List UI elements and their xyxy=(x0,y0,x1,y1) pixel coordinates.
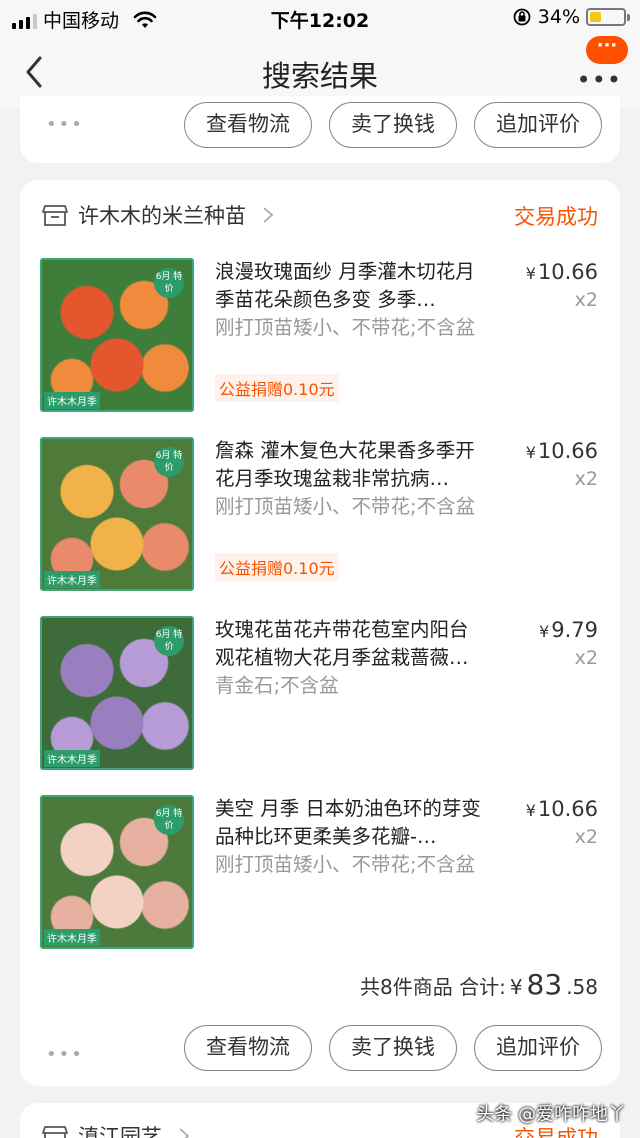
shop-header[interactable]: 许木木的米兰种苗 xyxy=(42,200,274,230)
product-image[interactable]: 6月 特价 许木木月季 xyxy=(40,795,194,949)
currency-symbol: ¥ xyxy=(525,264,536,283)
order-card: 许木木的米兰种苗 交易成功 6月 特价 许木木月季 浪漫玫瑰面纱 月季灌木切花月… xyxy=(20,180,620,1086)
chevron-right-icon xyxy=(263,207,274,223)
resell-button[interactable]: 卖了换钱 xyxy=(329,102,457,148)
order-item[interactable]: 6月 特价 许木木月季 玫瑰花苗花卉带花苞室内阳台观花植物大花月季盆栽蔷薇… 青… xyxy=(20,616,620,786)
total-currency: ¥ xyxy=(509,975,523,999)
price-value: 9.79 xyxy=(551,618,598,642)
shop-name: 许木木的米兰种苗 xyxy=(78,204,246,228)
currency-symbol: ¥ xyxy=(525,443,536,462)
product-quantity: x2 xyxy=(574,468,598,490)
battery-icon xyxy=(586,8,630,26)
status-bar: 中国移动 下午12:02 34% xyxy=(0,0,640,36)
product-price: ¥10.66 xyxy=(526,260,598,284)
product-title[interactable]: 浪漫玫瑰面纱 月季灌木切花月季苗花朵颜色多变 多季… xyxy=(215,258,487,314)
check-logistics-button[interactable]: 查看物流 xyxy=(184,102,312,148)
product-title[interactable]: 玫瑰花苗花卉带花苞室内阳台观花植物大花月季盆栽蔷薇… xyxy=(215,616,487,672)
currency-symbol: ¥ xyxy=(525,801,536,820)
product-price: ¥9.79 xyxy=(539,618,598,642)
product-image[interactable]: 6月 特价 许木木月季 xyxy=(40,258,194,412)
orientation-lock-icon xyxy=(513,8,531,26)
product-quantity: x2 xyxy=(574,826,598,848)
summary-label: 共8件商品 合计: xyxy=(359,975,506,999)
more-actions-icon[interactable]: ••• xyxy=(46,1044,84,1065)
add-review-button[interactable]: 追加评价 xyxy=(474,1025,602,1071)
product-sku: 刚打顶苗矮小、不带花;不含盆 xyxy=(215,853,476,876)
order-item[interactable]: 6月 特价 许木木月季 詹森 灌木复色大花果香多季开花月季玫瑰盆栽非常抗病… 刚… xyxy=(20,437,620,607)
promo-tag-icon: 6月 特价 xyxy=(154,805,184,835)
promo-tag-icon: 6月 特价 xyxy=(154,268,184,298)
image-watermark: 许木木月季 xyxy=(44,571,100,588)
promo-tag-icon: 6月 特价 xyxy=(154,447,184,477)
price-value: 10.66 xyxy=(537,260,598,284)
order-item[interactable]: 6月 特价 许木木月季 美空 月季 日本奶油色环的芽变品种比环更柔美多花瓣-… … xyxy=(20,795,620,965)
more-actions-icon[interactable]: ••• xyxy=(46,114,84,135)
currency-symbol: ¥ xyxy=(539,622,550,641)
product-sku: 刚打顶苗矮小、不带花;不含盆 xyxy=(215,495,476,518)
product-price: ¥10.66 xyxy=(526,797,598,821)
product-image[interactable]: 6月 特价 许木木月季 xyxy=(40,616,194,770)
add-review-button[interactable]: 追加评价 xyxy=(474,102,602,148)
more-menu-button[interactable]: ··· ••• xyxy=(577,36,628,98)
product-title[interactable]: 美空 月季 日本奶油色环的芽变品种比环更柔美多花瓣-… xyxy=(215,795,487,851)
product-title[interactable]: 詹森 灌木复色大花果香多季开花月季玫瑰盆栽非常抗病… xyxy=(215,437,487,493)
watermark-text: 头条 @爱咋咋地丫 xyxy=(476,1104,626,1125)
promo-tag-icon: 6月 特价 xyxy=(154,626,184,656)
total-decimal: .58 xyxy=(566,975,598,999)
image-watermark: 许木木月季 xyxy=(44,929,100,946)
product-sku: 刚打顶苗矮小、不带花;不含盆 xyxy=(215,316,476,339)
shop-name: 滇江园艺 xyxy=(78,1125,162,1138)
shop-icon xyxy=(42,1126,68,1138)
status-right: 34% xyxy=(512,6,630,28)
shop-icon xyxy=(42,205,68,226)
order-status: 交易成功 xyxy=(514,205,598,229)
product-quantity: x2 xyxy=(574,289,598,311)
shop-header[interactable]: 滇江园艺 xyxy=(42,1121,190,1138)
total-integer: 83 xyxy=(526,968,563,1001)
image-watermark: 许木木月季 xyxy=(44,750,100,767)
price-value: 10.66 xyxy=(537,797,598,821)
more-dots-icon: ••• xyxy=(576,66,622,94)
product-image[interactable]: 6月 特价 许木木月季 xyxy=(40,437,194,591)
image-watermark: 许木木月季 xyxy=(44,392,100,409)
message-badge: ··· xyxy=(586,36,628,64)
check-logistics-button[interactable]: 查看物流 xyxy=(184,1025,312,1071)
charity-badge: 公益捐赠0.10元 xyxy=(215,374,339,402)
price-value: 10.66 xyxy=(537,439,598,463)
order-summary: 共8件商品 合计: ¥ 83.58 xyxy=(360,968,598,1001)
battery-fill xyxy=(590,12,601,22)
order-item[interactable]: 6月 特价 许木木月季 浪漫玫瑰面纱 月季灌木切花月季苗花朵颜色多变 多季… 刚… xyxy=(20,258,620,428)
chevron-right-icon xyxy=(179,1128,190,1138)
resell-button[interactable]: 卖了换钱 xyxy=(329,1025,457,1071)
product-quantity: x2 xyxy=(574,647,598,669)
product-sku: 青金石;不含盆 xyxy=(215,674,339,697)
prev-order-card: ••• 查看物流 卖了换钱 追加评价 xyxy=(20,96,620,163)
page-title: 搜索结果 xyxy=(261,59,378,93)
charity-badge: 公益捐赠0.10元 xyxy=(215,553,339,581)
battery-percent: 34% xyxy=(537,6,580,28)
product-price: ¥10.66 xyxy=(526,439,598,463)
